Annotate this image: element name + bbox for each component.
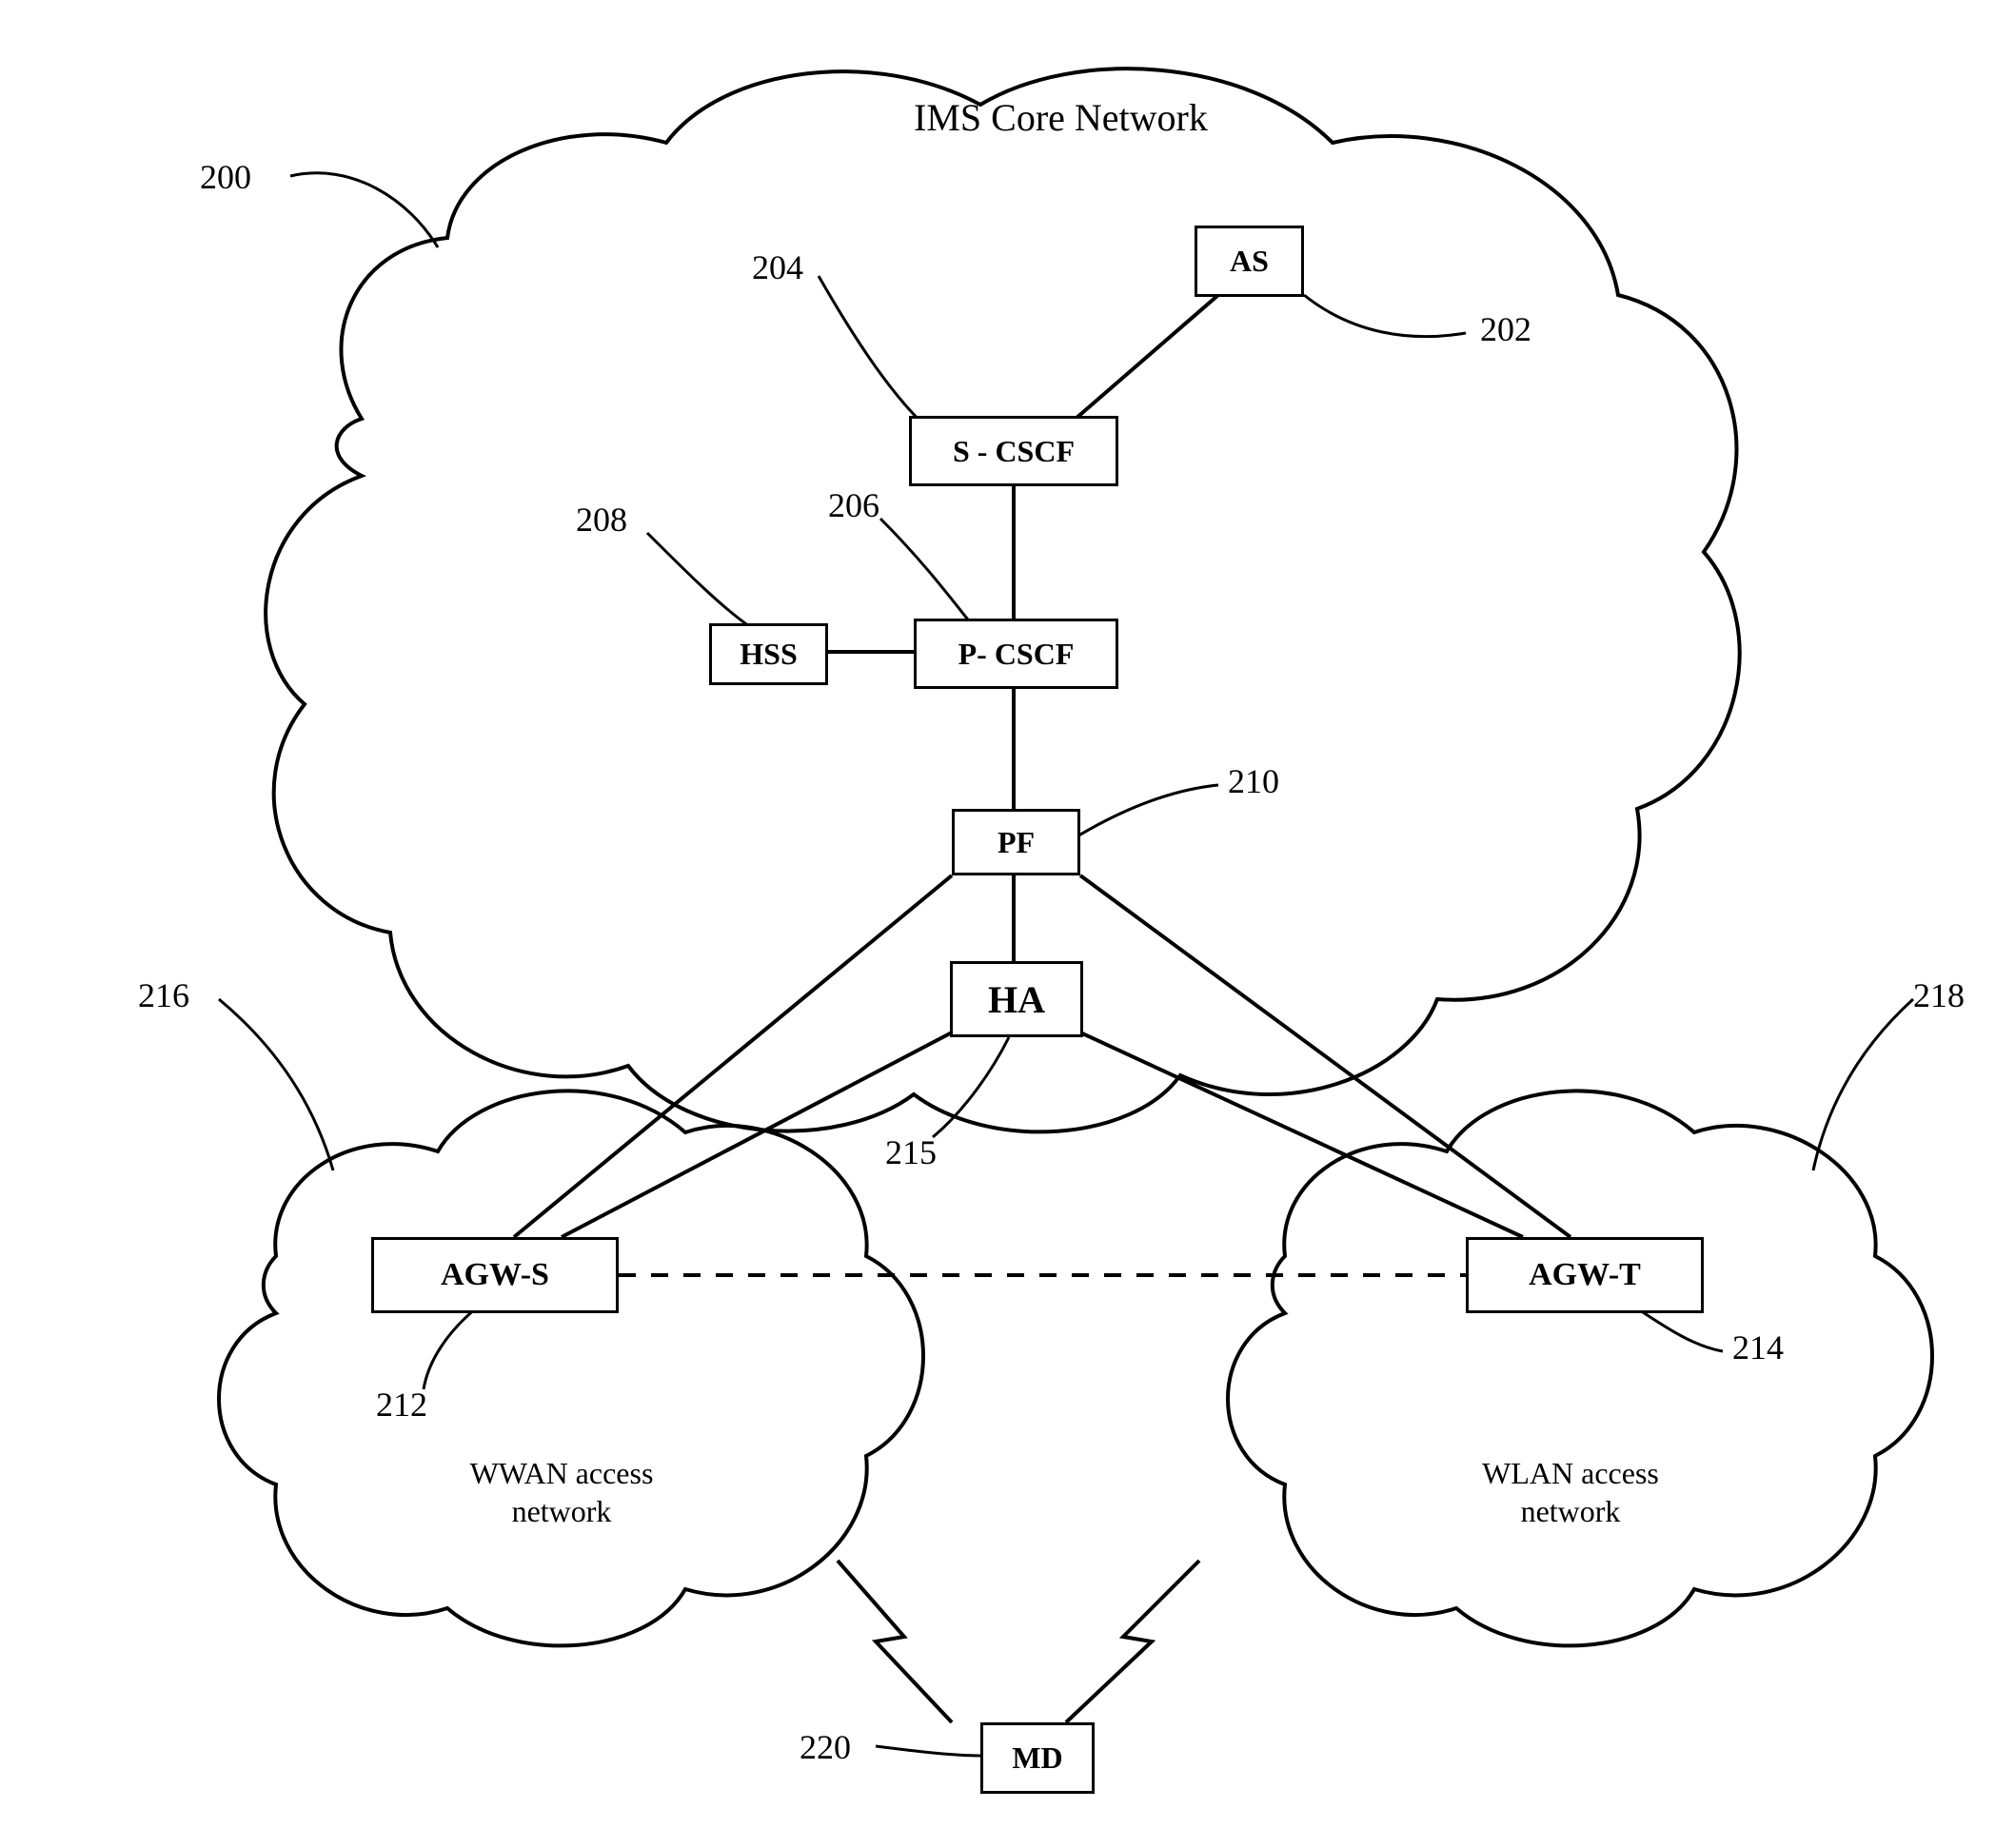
label-wwan-2: network [419,1494,704,1529]
leader-208 [647,533,752,628]
leader-204 [819,276,933,433]
leader-214 [1637,1308,1723,1351]
label-wlan-1: WLAN access [1428,1456,1713,1491]
label-wwan-1: WWAN access [419,1456,704,1491]
ref-215: 215 [885,1132,937,1172]
box-agws: AGW-S [371,1237,619,1313]
leader-202 [1304,295,1466,337]
box-md: MD [980,1722,1095,1794]
leader-212 [424,1308,476,1389]
svg-layer [0,0,1995,1848]
box-as: AS [1195,226,1304,297]
ref-208: 208 [576,500,627,540]
leader-220 [876,1746,980,1756]
ref-206: 206 [828,485,879,525]
edge-pf-agwt [1080,875,1570,1237]
cloud-wwan [219,1091,923,1645]
ref-204: 204 [752,247,803,287]
box-scscf: S - CSCF [909,416,1118,486]
leader-210 [1076,785,1218,837]
wireless-left [838,1561,952,1722]
ref-220: 220 [800,1727,851,1767]
ref-214: 214 [1732,1327,1784,1367]
edge-as-scscf [1076,295,1218,419]
box-hss: HSS [709,623,828,685]
edge-pf-agws [514,875,952,1237]
ref-200: 200 [200,157,251,197]
ref-210: 210 [1228,761,1279,801]
leader-218 [1813,999,1913,1170]
ref-202: 202 [1480,309,1531,349]
leader-216 [219,999,333,1170]
label-wlan-2: network [1428,1494,1713,1529]
network-diagram: IMS Core Network 200 202 204 206 208 210… [0,0,1995,1848]
ref-212: 212 [376,1385,427,1425]
cloud-wlan [1228,1091,1932,1645]
leader-206 [880,519,971,623]
wireless-right [1066,1561,1199,1722]
leader-200 [290,173,438,247]
box-pf: PF [952,809,1080,875]
box-ha: HA [950,961,1083,1037]
box-agwt: AGW-T [1466,1237,1704,1313]
ref-218: 218 [1913,975,1965,1015]
box-pcscf: P- CSCF [914,619,1118,689]
ref-216: 216 [138,975,189,1015]
title-ims-core: IMS Core Network [914,95,1208,140]
